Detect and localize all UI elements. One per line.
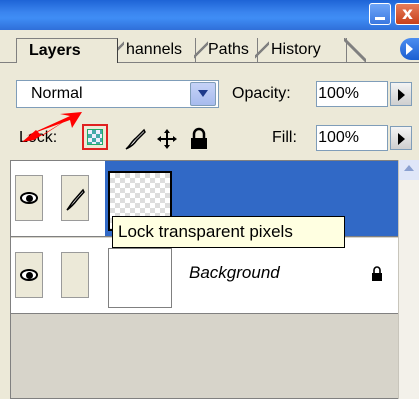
fill-input[interactable]: 100% — [316, 125, 388, 151]
layer-thumbnail[interactable] — [108, 248, 172, 308]
chevron-up-icon — [404, 165, 414, 171]
menu-arrow-icon — [406, 43, 413, 55]
brush-icon — [66, 188, 85, 211]
opacity-slider-button[interactable] — [390, 82, 412, 106]
triangle-right-icon — [398, 89, 405, 101]
lock-image-pixels-icon[interactable] — [122, 126, 148, 152]
brush-link-toggle[interactable] — [61, 175, 89, 221]
blend-mode-select[interactable]: Normal — [16, 80, 219, 108]
fill-label: Fill: — [272, 129, 297, 146]
lock-position-icon[interactable] — [154, 126, 180, 152]
lock-transparent-pixels-button[interactable] — [82, 124, 108, 150]
blend-mode-value: Normal — [31, 85, 83, 102]
visibility-toggle[interactable] — [15, 252, 43, 298]
eye-icon — [20, 192, 38, 204]
blend-mode-dropdown-button[interactable] — [190, 82, 216, 106]
layer-row-background[interactable]: Background — [11, 238, 398, 314]
layers-scrollbar[interactable] — [398, 160, 419, 399]
visibility-toggle[interactable] — [15, 175, 43, 221]
chevron-down-icon — [198, 90, 208, 97]
tab-paths[interactable]: Paths — [194, 38, 258, 62]
close-button[interactable]: x — [395, 3, 419, 25]
link-toggle[interactable] — [61, 252, 89, 298]
panel-menu-button[interactable] — [400, 38, 419, 60]
layer-name[interactable]: Background — [189, 258, 280, 288]
panel-title-bar — [0, 0, 419, 30]
triangle-right-icon — [398, 133, 405, 145]
tab-history[interactable]: History — [255, 38, 366, 62]
tooltip: Lock transparent pixels — [112, 216, 345, 248]
opacity-label: Opacity: — [232, 85, 291, 102]
lock-transparent-pixels-icon — [87, 129, 103, 145]
close-icon: x — [402, 4, 413, 24]
tab-channels[interactable]: hannels — [110, 38, 196, 62]
scroll-up-button[interactable] — [399, 160, 419, 180]
tab-layers[interactable]: Layers — [16, 38, 118, 63]
fill-slider-button[interactable] — [390, 126, 412, 150]
opacity-input[interactable]: 100% — [316, 81, 388, 107]
minimize-button[interactable] — [369, 3, 391, 25]
red-arrow-icon — [22, 112, 82, 142]
lock-icon — [372, 266, 382, 281]
eye-icon — [20, 269, 38, 281]
lock-all-icon[interactable] — [186, 126, 212, 152]
